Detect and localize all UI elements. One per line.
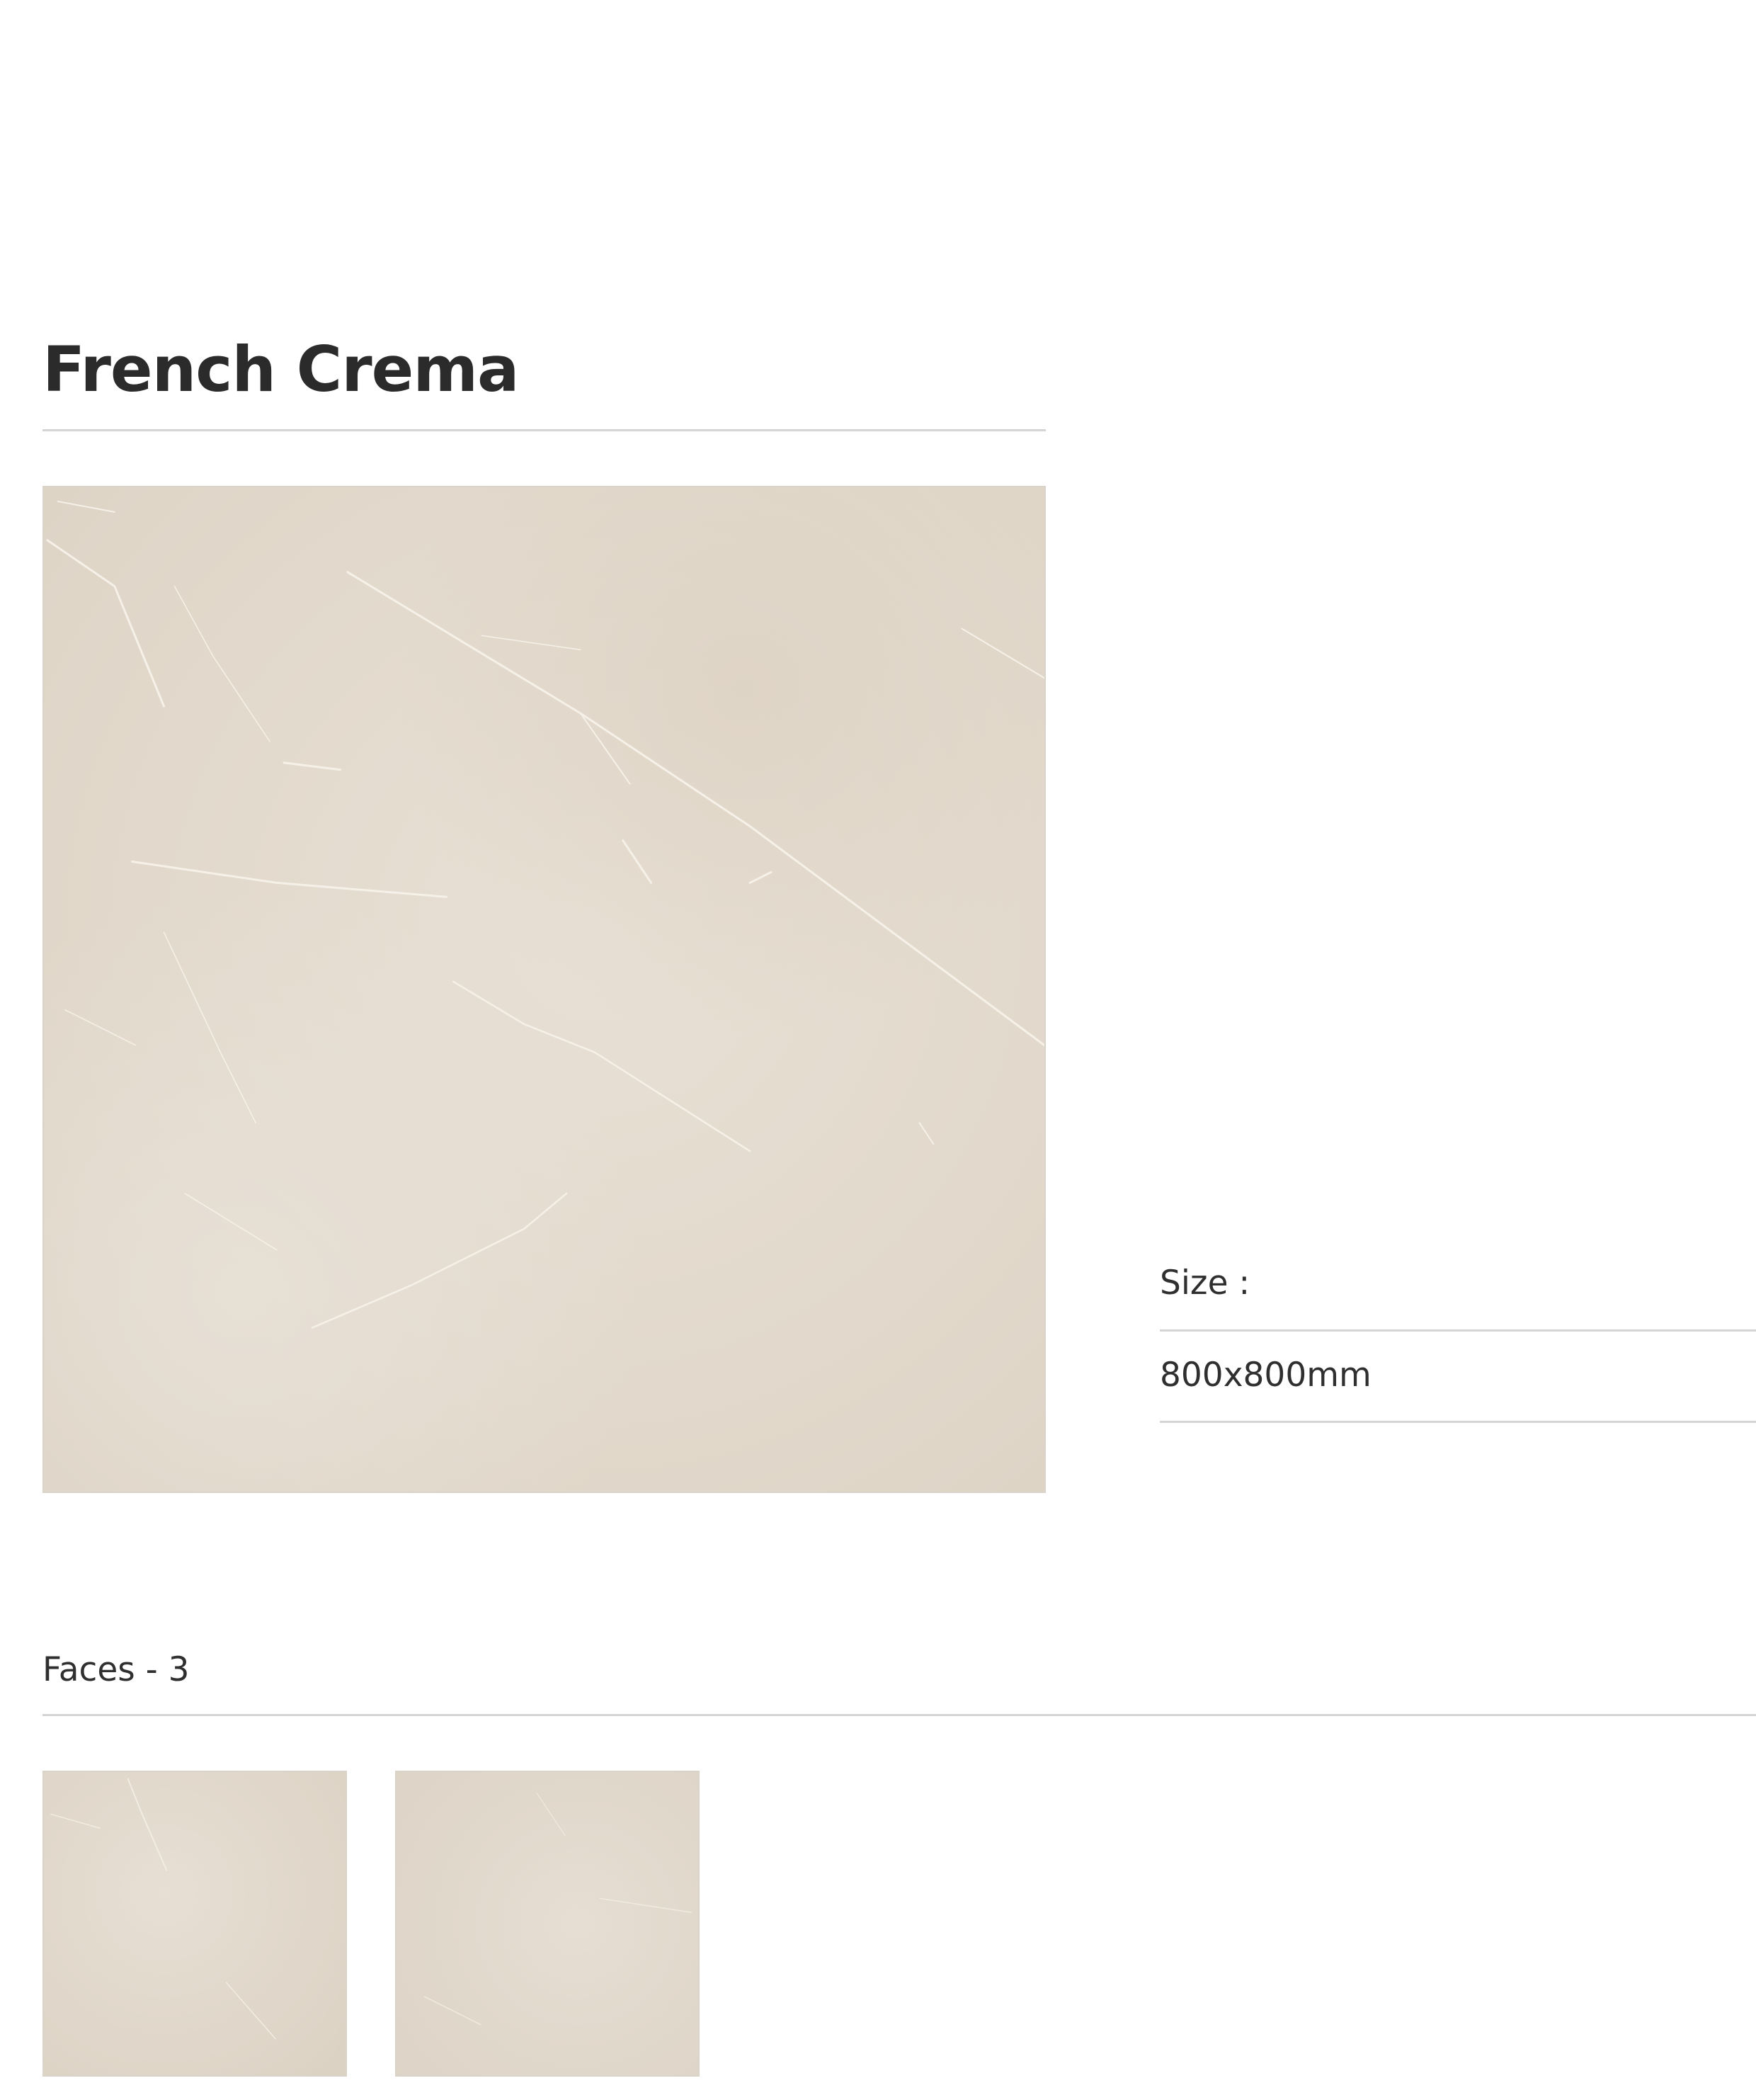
marble-texture-face-2 [397,1772,698,2075]
main-tile-image[interactable] [42,486,1046,1493]
size-label: Size : [1160,1264,1250,1302]
marble-texture-face-1 [44,1772,346,2075]
faces-label: Faces - 3 [42,1650,190,1689]
face-thumbnail-1[interactable] [42,1771,347,2077]
size-value: 800x800mm [1160,1356,1372,1395]
title-divider [42,429,1046,431]
face-thumbnail-2[interactable] [395,1771,700,2077]
size-value-divider [1160,1421,1756,1423]
size-label-divider [1160,1329,1756,1332]
faces-divider [42,1714,1756,1716]
product-title: French Crema [42,333,519,406]
marble-texture-main [44,487,1044,1492]
